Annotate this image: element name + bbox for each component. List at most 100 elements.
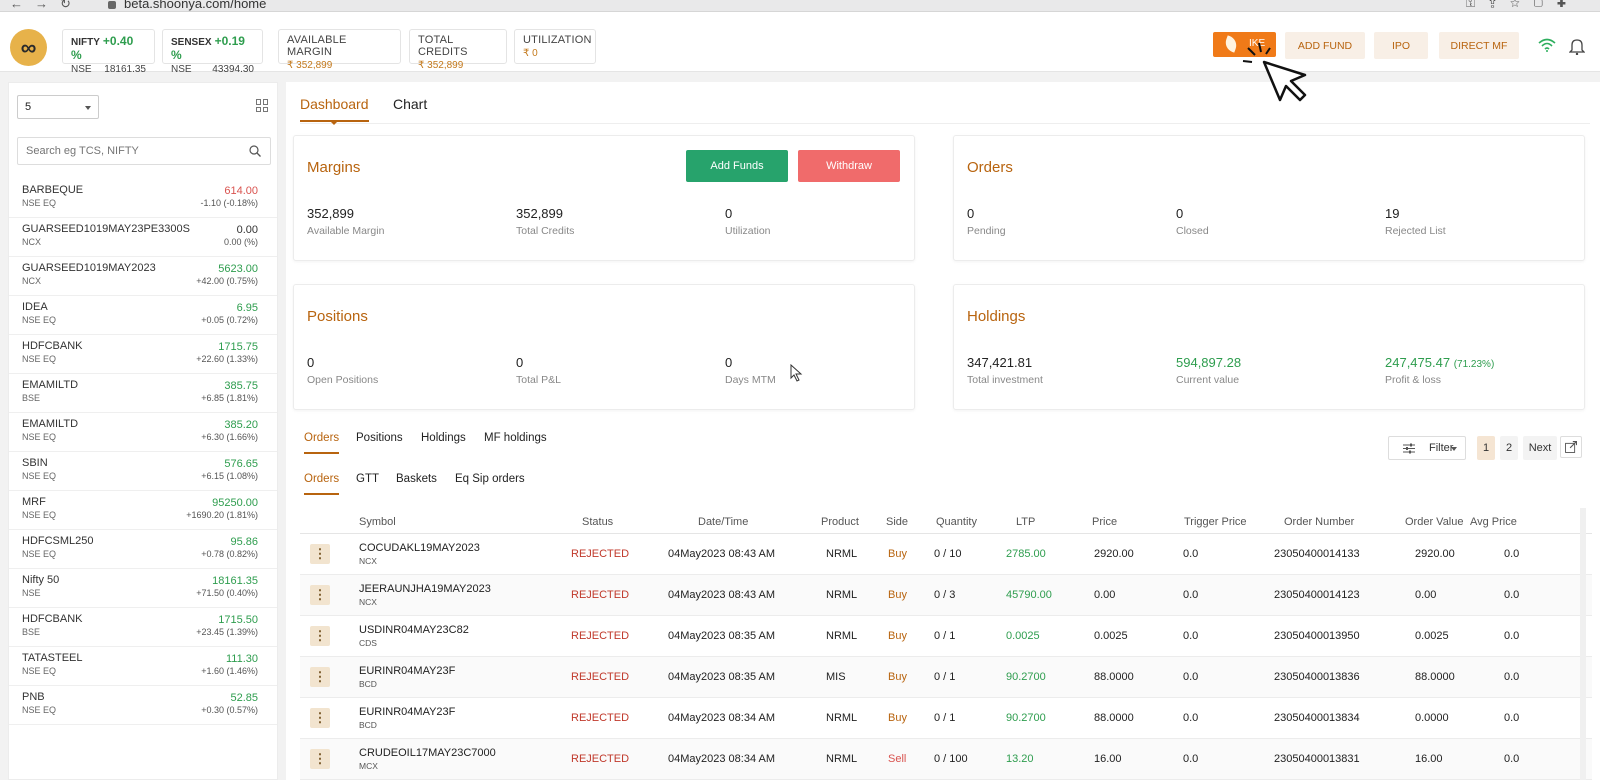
column-header[interactable]: Status [582,516,613,528]
bottom-tabs: Orders Positions Holdings MF holdings [304,432,564,456]
column-header[interactable]: Date/Time [698,516,748,528]
export-icon[interactable] [1560,436,1582,458]
table-row[interactable]: ⋮ COCUDAKL19MAY2023 NCX REJECTED 04May2023 0… [300,534,1592,575]
cell-price: 88.0000 [1094,712,1134,724]
metric-available-margin: 352,899 Available Margin [307,206,385,237]
cell-order-value: 88.0000 [1415,671,1455,683]
column-header[interactable]: Trigger Price [1184,516,1247,528]
row-menu-icon[interactable]: ⋮ [310,667,330,687]
watchlist-item[interactable]: PNB NSE EQ 52.85 +0.30 (0.57%) [9,686,277,725]
subtab-baskets[interactable]: Baskets [396,473,437,493]
browser-nav-icons[interactable]: ←→↻ [10,0,83,11]
watchlist-item[interactable]: BARBEQUE NSE EQ 614.00 -1.10 (-0.18%) [9,179,277,218]
top-header: ∞ NIFTY +0.40 % NSE 18161.35 SENSEX +0.19 %… [0,12,1600,75]
order-exchange: MCX [359,761,378,771]
search-icon[interactable] [249,145,261,157]
cell-datetime: 04May2023 08:43 AM [668,548,776,560]
order-symbol: USDINR04MAY23C82 [359,624,469,636]
add-funds-button[interactable]: Add Funds [686,150,788,182]
watchlist-item[interactable]: IDEA NSE EQ 6.95 +0.05 (0.72%) [9,296,277,335]
watchlist-item[interactable]: HDFCSML250 NSE EQ 95.86 +0.78 (0.82%) [9,530,277,569]
next-page-button[interactable]: Next [1523,436,1557,460]
column-header[interactable]: LTP [1016,516,1035,528]
watchlist-item[interactable]: Nifty 50 NSE 18161.35 +71.50 (0.40%) [9,569,277,608]
metric-pending[interactable]: 0 Pending [967,206,1006,237]
watchlist-item[interactable]: GUARSEED1019MAY23PE3300S NCX 0.00 0.00 (%) [9,218,277,257]
browser-toolbar-icons[interactable]: ⚿⇪☆▢✚ [1466,0,1580,11]
cell-status: REJECTED [571,753,630,765]
table-header: Symbol Status Date/Time Product Side Quantity… [300,508,1592,534]
watchlist-item[interactable]: SBIN NSE EQ 576.65 +6.15 (1.08%) [9,452,277,491]
tab-holdings[interactable]: Holdings [421,432,466,452]
watchlist-item[interactable]: GUARSEED1019MAY2023 NCX 5623.00 +42.00 (0.7… [9,257,277,296]
watchlist-change: +0.78 (0.82%) [201,549,258,559]
column-header[interactable]: Side [886,516,908,528]
row-menu-icon[interactable]: ⋮ [310,749,330,769]
watchlist-item[interactable]: HDFCBANK NSE EQ 1715.75 +22.60 (1.33%) [9,335,277,374]
table-row[interactable]: ⋮ EURINR04MAY23F BCD REJECTED 04May2023 08:3… [300,657,1592,698]
watchlist-item[interactable]: HDFCBANK BSE 1715.50 +23.45 (1.39%) [9,608,277,647]
watchlist-item[interactable]: EMAMILTD BSE 385.75 +6.85 (1.81%) [9,374,277,413]
table-row[interactable]: ⋮ USDINR04MAY23C82 CDS REJECTED 04May2023 08… [300,616,1592,657]
index-sensex[interactable]: SENSEX +0.19 % NSE 43394.30 [162,29,263,75]
shoonya-logo[interactable]: ∞ [10,29,47,66]
cell-avg: 0.0 [1504,630,1520,642]
grid-view-icon[interactable] [256,99,269,112]
tab-dashboard[interactable]: Dashboard [300,96,369,125]
metric-utilization: 0 Utilization [725,206,771,237]
tab-mf-holdings[interactable]: MF holdings [484,432,547,452]
column-header[interactable]: Quantity [936,516,977,528]
cell-product: NRML [826,589,858,601]
cell-ltp: 90.2700 [1006,712,1046,724]
page-1-button[interactable]: 1 [1477,436,1495,460]
column-header[interactable]: Order Value [1405,516,1464,528]
table-row[interactable]: ⋮ EURINR04MAY23F BCD REJECTED 04May2023 08:3… [300,698,1592,739]
watchlist-item[interactable]: MRF NSE EQ 95250.00 +1690.20 (1.81%) [9,491,277,530]
subtab-eq-sip-orders[interactable]: Eq Sip orders [455,473,525,493]
cell-side: Buy [888,630,907,642]
bell-icon[interactable] [1569,37,1585,55]
metric-closed[interactable]: 0 Closed [1176,206,1209,237]
table-row[interactable]: ⋮ CRUDEOIL17MAY23C7000 MCX REJECTED 04May202… [300,739,1592,780]
row-menu-icon[interactable]: ⋮ [310,626,330,646]
column-header[interactable]: Product [821,516,859,528]
column-header[interactable]: Symbol [359,516,396,528]
index-nifty[interactable]: NIFTY +0.40 % NSE 18161.35 [62,29,155,75]
tab-orders[interactable]: Orders [304,432,340,454]
tab-positions[interactable]: Positions [356,432,403,452]
watchlist-item[interactable]: TATASTEEL NSE EQ 111.30 +1.60 (1.46%) [9,647,277,686]
direct-mf-button[interactable]: DIRECT MF [1439,32,1519,59]
page-2-button[interactable]: 2 [1500,436,1518,460]
cell-qty: 0 / 100 [934,753,968,765]
watchlist-item[interactable]: EMAMILTD NSE EQ 385.20 +6.30 (1.66%) [9,413,277,452]
watchlist-change: +23.45 (1.39%) [196,627,258,637]
row-menu-icon[interactable]: ⋮ [310,708,330,728]
browser-url[interactable]: beta.shoonya.com/home [108,0,266,11]
watchlist-symbol: SBIN [22,457,48,469]
cell-datetime: 04May2023 08:35 AM [668,671,776,683]
withdraw-button[interactable]: Withdraw [798,150,900,182]
column-header[interactable]: Avg Price [1470,516,1517,528]
watchlist-search-input[interactable] [17,137,271,165]
row-menu-icon[interactable]: ⋮ [310,585,330,605]
tab-chart[interactable]: Chart [393,96,427,120]
column-header[interactable]: Order Number [1284,516,1354,528]
subtab-orders[interactable]: Orders [304,473,340,495]
column-header[interactable]: Price [1092,516,1117,528]
watchlist-select[interactable]: 5 [17,95,99,119]
cell-status: REJECTED [571,548,630,560]
table-row[interactable]: ⋮ JEERAUNJHA19MAY2023 NCX REJECTED 04May2023… [300,575,1592,616]
cell-qty: 0 / 10 [934,548,962,560]
metric-rejected-list[interactable]: 19 Rejected List [1385,206,1446,237]
table-scrollbar[interactable] [1580,508,1586,780]
watchlist-ltp: 385.20 [224,419,258,431]
ipo-button[interactable]: IPO [1374,32,1428,59]
subtab-gtt[interactable]: GTT [356,473,379,493]
order-exchange: BCD [359,720,377,730]
stat-total-credits: TOTAL CREDITS ₹ 352,899 [409,29,507,71]
row-menu-icon[interactable]: ⋮ [310,544,330,564]
filter-dropdown[interactable]: Filter [1388,436,1466,460]
cell-price: 16.00 [1094,753,1122,765]
wifi-icon[interactable] [1538,38,1556,52]
watchlist-ltp: 111.30 [225,653,258,665]
